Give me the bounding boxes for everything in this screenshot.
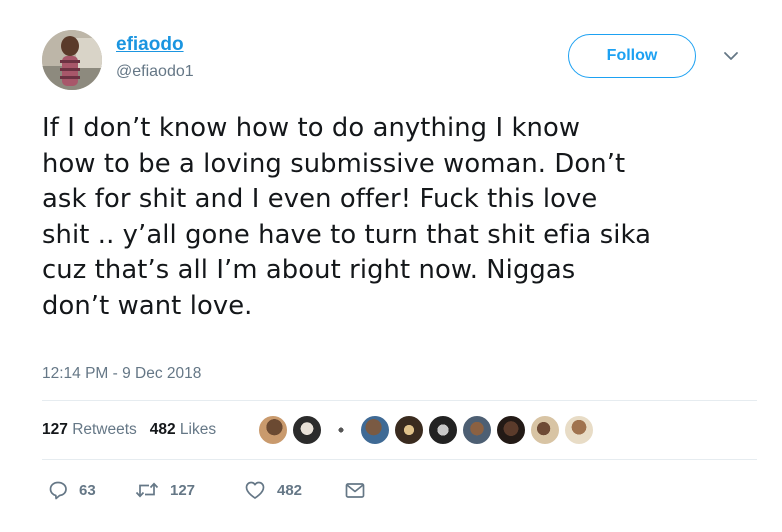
direct-message-button[interactable] [344,476,366,504]
follow-button[interactable]: Follow [568,34,696,78]
tweet-text-line: cuz that’s all I’m about right now. Nigg… [42,255,576,285]
liker-avatar[interactable] [530,415,560,445]
liker-avatar[interactable] [394,415,424,445]
liker-avatar[interactable] [496,415,526,445]
tweet-text-line: shit .. y’all gone have to turn that shi… [42,219,652,250]
retweets-count: 127 [42,421,68,438]
tweet-stats: 127 Retweets 482 Likes [42,421,216,443]
tweet-text: If I don’t know how to do anything I kno… [42,111,757,324]
retweets-stat[interactable]: 127 Retweets [42,421,137,439]
user-handle: @efiaodo1 [116,63,194,80]
liker-avatar[interactable] [326,415,356,445]
heart-icon [245,481,265,499]
retweets-label: Retweets [72,421,137,438]
likes-label: Likes [179,421,217,438]
tweet-text-line: ask for shit and I even offer! Fuck this… [42,184,598,214]
tweet-text-line: don’t want love. [42,290,253,321]
tweet-text-line: how to be a loving submissive woman. Don… [42,148,626,179]
liker-avatar[interactable] [292,415,322,445]
message-icon [345,483,365,498]
reply-button[interactable]: 63 [48,476,96,504]
likes-count: 482 [149,421,176,438]
retweet-button[interactable]: 127 [135,476,195,504]
liker-avatar[interactable] [360,415,390,445]
retweet-icon [135,482,159,498]
chevron-down-icon[interactable] [723,50,739,62]
liker-avatar[interactable] [428,415,458,445]
avatar[interactable] [42,30,102,90]
tweet-header: efiaodo @efiaodo1 Follow [42,30,752,92]
divider [42,400,757,401]
tweet-timestamp[interactable]: 12:14 PM - 9 Dec 2018 [42,365,201,383]
liker-avatar[interactable] [258,415,288,445]
reply-icon [49,481,67,500]
liker-avatar[interactable] [564,415,594,445]
reply-count: 63 [79,481,96,499]
retweet-count: 127 [170,481,196,499]
tweet-text-line: If I don’t know how to do anything I kno… [42,113,581,143]
divider [42,459,757,460]
display-name[interactable]: efiaodo [116,34,184,56]
like-count: 482 [277,481,303,499]
liker-avatar[interactable] [462,415,492,445]
likes-stat[interactable]: 482 Likes [150,421,216,439]
like-button[interactable]: 482 [244,476,302,504]
